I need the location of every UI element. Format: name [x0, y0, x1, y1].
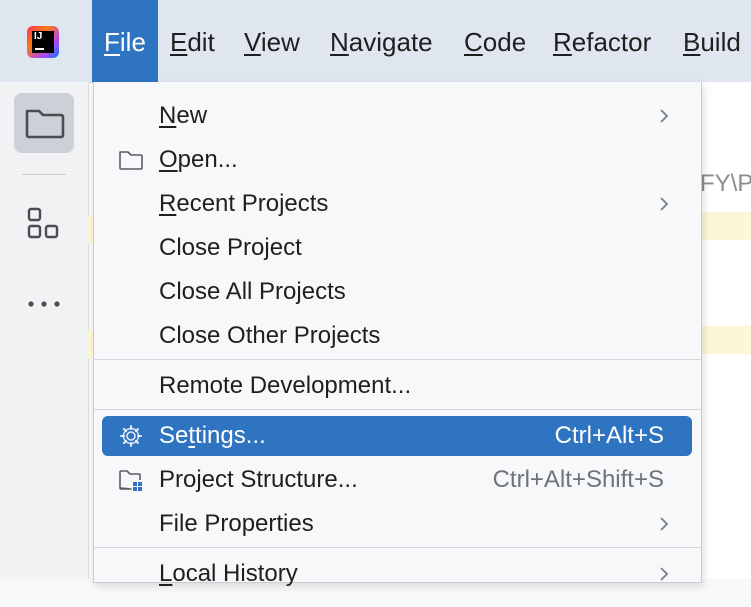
- menu-navigate[interactable]: Navigate: [330, 0, 433, 82]
- menu-item-new[interactable]: New: [102, 96, 692, 136]
- menu-item-recent-projects[interactable]: Recent Projects: [102, 184, 692, 224]
- editor-highlight-row: [700, 212, 751, 240]
- menu-separator: [94, 547, 701, 548]
- structure-tool-button[interactable]: [14, 193, 74, 253]
- project-structure-icon: [119, 470, 142, 491]
- chevron-right-icon: [658, 504, 670, 557]
- menu-item-local-history[interactable]: Local History: [102, 554, 692, 594]
- menu-edit[interactable]: Edit: [170, 0, 215, 82]
- menu-refactor[interactable]: Refactor: [553, 0, 651, 82]
- menu-separator: [94, 409, 701, 410]
- menu-item-settings[interactable]: Settings... Ctrl+Alt+S: [102, 416, 692, 456]
- menu-item-file-properties[interactable]: File Properties: [102, 504, 692, 544]
- menu-build[interactable]: Build: [683, 0, 741, 82]
- folder-icon: [119, 151, 143, 170]
- file-menu-dropdown: New Open... Recent Projects Close Projec…: [93, 82, 702, 587]
- project-structure-shortcut: Ctrl+Alt+Shift+S: [492, 466, 664, 493]
- intellij-logo-icon[interactable]: IJ: [27, 26, 59, 58]
- structure-icon: [27, 207, 59, 239]
- gear-icon: [120, 425, 142, 447]
- folder-icon: [25, 109, 65, 139]
- logo-text: IJ: [32, 31, 54, 53]
- menu-separator: [94, 359, 701, 360]
- more-tools-button[interactable]: [14, 274, 74, 334]
- editor-highlight-row: [700, 326, 751, 354]
- chevron-right-icon: [658, 554, 670, 607]
- menu-view[interactable]: View: [244, 0, 300, 82]
- settings-shortcut: Ctrl+Alt+S: [554, 422, 664, 449]
- menu-item-project-structure[interactable]: Project Structure... Ctrl+Alt+Shift+S: [102, 460, 692, 500]
- tool-strip-separator: [22, 174, 66, 175]
- tool-window-strip: [0, 82, 89, 579]
- menu-item-remote-development[interactable]: Remote Development...: [102, 366, 692, 406]
- main-menubar: IJ File Edit View Navigate Code Refactor…: [0, 0, 751, 83]
- menu-item-open[interactable]: Open...: [102, 140, 692, 180]
- project-tool-button[interactable]: [14, 93, 74, 153]
- menu-item-close-project[interactable]: Close Project: [102, 228, 692, 268]
- editor-path-hint: FY\P: [700, 170, 751, 197]
- more-icon: [28, 301, 60, 307]
- menu-file[interactable]: File: [92, 0, 158, 82]
- menu-item-close-all-projects[interactable]: Close All Projects: [102, 272, 692, 312]
- menu-code[interactable]: Code: [464, 0, 526, 82]
- menu-item-close-other-projects[interactable]: Close Other Projects: [102, 316, 692, 356]
